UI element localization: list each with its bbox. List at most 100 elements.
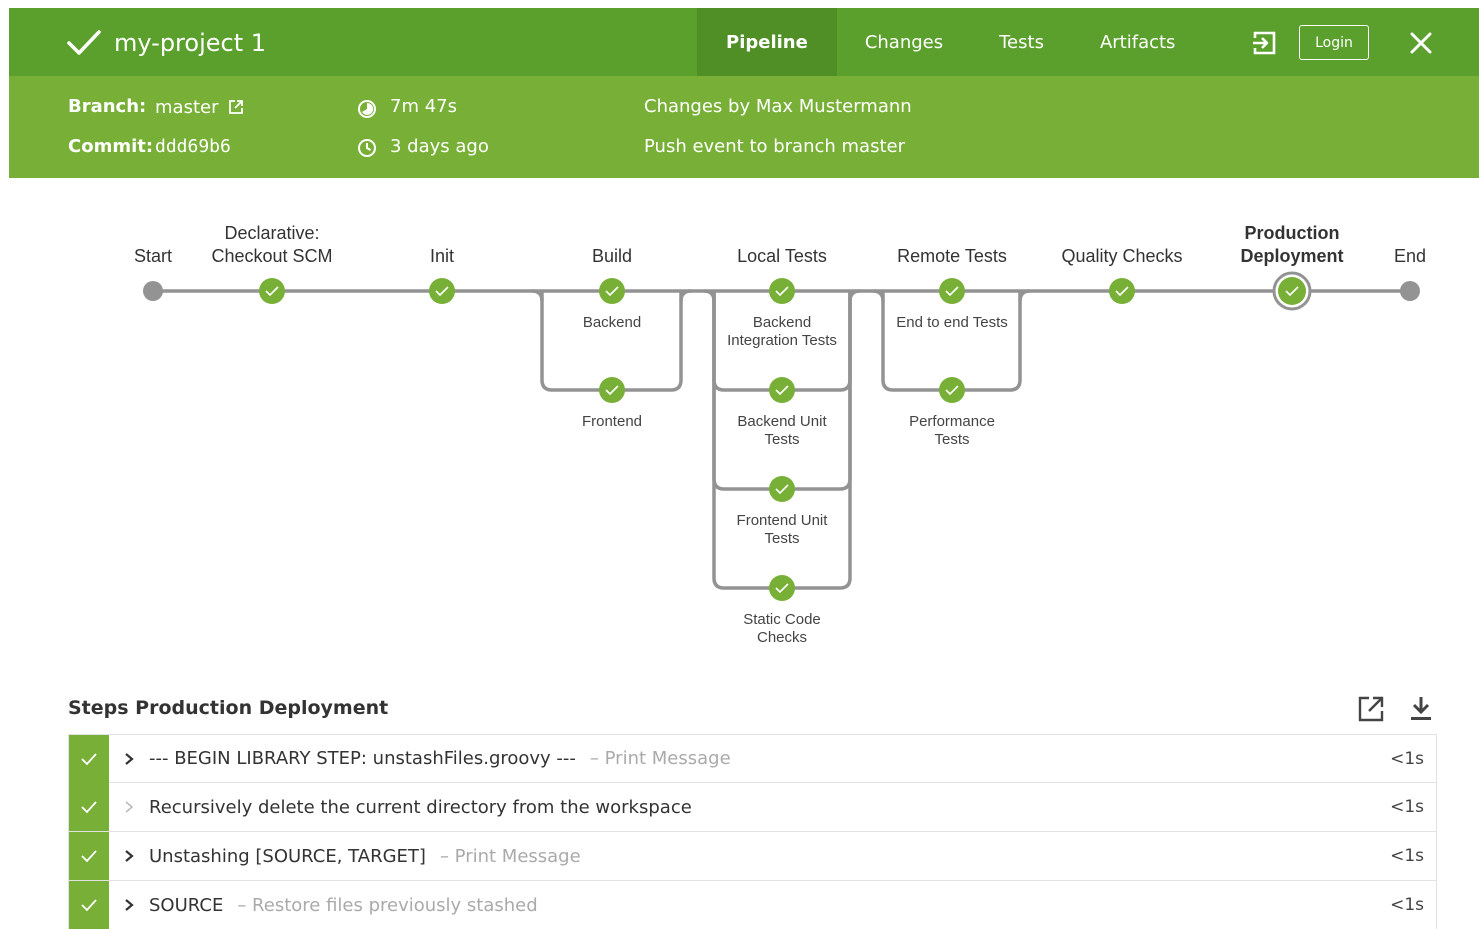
- login-button[interactable]: Login: [1299, 25, 1369, 60]
- branch-connector: [872, 289, 885, 302]
- branch-value[interactable]: master: [155, 97, 218, 118]
- open-classic-icon[interactable]: [1251, 29, 1279, 57]
- success-dot: [1278, 277, 1306, 305]
- branch-node[interactable]: [939, 377, 965, 403]
- success-dot: [769, 377, 795, 403]
- step-success-icon: [69, 734, 109, 783]
- chevron-right-icon[interactable]: [109, 752, 149, 766]
- step-duration: <1s: [1390, 748, 1424, 769]
- stage-label: Local Tests: [737, 246, 827, 266]
- start-node: [143, 281, 163, 301]
- branch-label: Checks: [757, 629, 807, 646]
- step-row[interactable]: Unstashing [SOURCE, TARGET] – Print Mess…: [68, 832, 1437, 881]
- step-duration: <1s: [1390, 895, 1424, 915]
- branch-label: Integration Tests: [727, 332, 837, 349]
- step-description: – Print Message: [589, 748, 731, 769]
- branch-label: Tests: [934, 431, 969, 448]
- branch-node[interactable]: [769, 476, 795, 502]
- branch-label: Backend Unit: [737, 413, 827, 430]
- step-text: SOURCE: [149, 894, 224, 916]
- download-icon[interactable]: [1406, 694, 1436, 724]
- stage-node-quality[interactable]: [1109, 278, 1135, 304]
- time-ago: 3 days ago: [390, 136, 489, 157]
- branch-node[interactable]: [939, 278, 965, 304]
- success-dot: [599, 377, 625, 403]
- chevron-right-icon[interactable]: [109, 898, 149, 912]
- stage-label: Checkout SCM: [211, 246, 332, 266]
- step-description: – Restore files previously stashed: [237, 894, 538, 916]
- open-log-icon[interactable]: [1356, 694, 1386, 724]
- step-duration: <1s: [1390, 797, 1424, 817]
- stage-label: Start: [134, 246, 172, 266]
- duration-icon: [358, 100, 376, 118]
- branch-label: Frontend Unit: [737, 512, 829, 529]
- stage-node-init[interactable]: [429, 278, 455, 304]
- branch-connector: [531, 289, 544, 302]
- clock-icon: [358, 139, 376, 157]
- branch-node[interactable]: [769, 575, 795, 601]
- stage-node-checkout[interactable]: [259, 278, 285, 304]
- duration: 7m 47s: [390, 96, 457, 117]
- success-dot: [429, 278, 455, 304]
- commit-value[interactable]: ddd69b6: [155, 136, 231, 157]
- success-dot: [769, 575, 795, 601]
- branch-row: Branch:: [68, 96, 146, 117]
- branch-connector: [703, 289, 716, 302]
- step-success-icon: [69, 881, 109, 929]
- branch-node[interactable]: [769, 377, 795, 403]
- success-dot: [769, 476, 795, 502]
- branch-connector: [848, 289, 861, 302]
- branch-label: Static Code: [743, 611, 821, 628]
- branch-link[interactable]: master: [155, 97, 244, 118]
- stage-label: Build: [592, 246, 632, 266]
- stage-label: Init: [430, 246, 454, 266]
- tab-pipeline[interactable]: Pipeline: [697, 8, 837, 76]
- close-icon[interactable]: [1409, 31, 1433, 55]
- success-dot: [1109, 278, 1135, 304]
- tab-changes[interactable]: Changes: [837, 8, 971, 76]
- step-row[interactable]: --- BEGIN LIBRARY STEP: unstashFiles.gro…: [68, 734, 1437, 783]
- chevron-right-icon: [109, 800, 149, 814]
- step-row[interactable]: Recursively delete the current directory…: [68, 783, 1437, 832]
- branch-connector: [881, 291, 1022, 392]
- step-success-icon: [69, 783, 109, 831]
- commit-label: Commit:: [68, 136, 154, 157]
- branch-connector: [679, 289, 692, 302]
- end-node: [1400, 281, 1420, 301]
- pipeline-graph: Start Declarative: Checkout SCM Init Build Lo…: [0, 180, 1479, 660]
- success-dot: [769, 278, 795, 304]
- step-description: – Print Message: [439, 845, 581, 867]
- branch-node[interactable]: [769, 278, 795, 304]
- step-row[interactable]: SOURCE – Restore files previously stashe…: [68, 881, 1437, 929]
- top-bar: my-project 1 Pipeline Changes Tests Arti…: [9, 8, 1479, 76]
- stage-label: Deployment: [1240, 246, 1343, 266]
- chevron-right-icon[interactable]: [109, 849, 149, 863]
- success-dot: [939, 278, 965, 304]
- branch-label: Frontend: [582, 413, 642, 430]
- stage-label: Quality Checks: [1061, 246, 1182, 266]
- branch-label: Backend: [753, 314, 811, 331]
- steps-title: Steps Production Deployment: [68, 697, 389, 719]
- success-dot: [939, 377, 965, 403]
- branch-label: Branch:: [68, 96, 147, 117]
- check-icon: [67, 30, 101, 55]
- run-title: my-project 1: [66, 25, 266, 61]
- stage-label: Production: [1245, 223, 1340, 243]
- run-name: my-project 1: [114, 29, 267, 57]
- commit-row: Commit:: [68, 136, 153, 157]
- external-link-icon: [229, 100, 244, 114]
- branch-label: Tests: [764, 530, 799, 547]
- tab-artifacts[interactable]: Artifacts: [1072, 8, 1203, 76]
- step-text: Unstashing [SOURCE, TARGET]: [149, 845, 426, 867]
- run-cause: Push event to branch master: [644, 136, 905, 157]
- steps-actions: [1356, 694, 1436, 724]
- branch-node[interactable]: [599, 278, 625, 304]
- branch-label: Performance: [909, 413, 995, 430]
- branch-node[interactable]: [599, 377, 625, 403]
- branch-label: Backend: [583, 314, 641, 331]
- stage-label: Declarative:: [224, 223, 319, 243]
- tab-tests[interactable]: Tests: [971, 8, 1072, 76]
- run-header: my-project 1 Pipeline Changes Tests Arti…: [9, 8, 1479, 178]
- stage-node-prod[interactable]: [1272, 271, 1312, 311]
- stage-label: End: [1394, 246, 1426, 266]
